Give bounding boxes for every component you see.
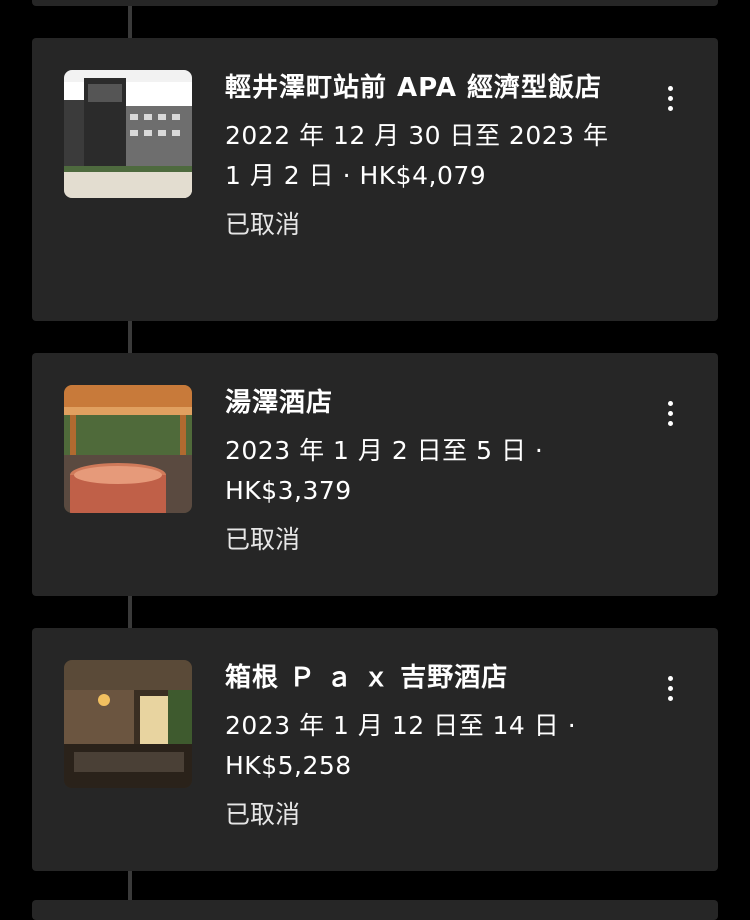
more-options-button[interactable] [652, 670, 688, 706]
booking-status: 已取消 [225, 800, 301, 829]
hotel-thumbnail [64, 660, 192, 788]
booking-status: 已取消 [225, 210, 301, 239]
more-options-button[interactable] [652, 395, 688, 431]
more-options-button[interactable] [652, 80, 688, 116]
stay-dates-price: 2023 年 1 月 2 日至 5 日 · HK$3,379 [225, 436, 544, 505]
more-vertical-icon [667, 85, 673, 91]
more-vertical-icon [667, 675, 673, 681]
stay-dates-price: 2022 年 12 月 30 日至 2023 年 1 月 2 日 · HK$4,… [225, 121, 609, 190]
booking-card[interactable]: 湯澤酒店 2023 年 1 月 2 日至 5 日 · HK$3,379 已取消 [32, 353, 718, 596]
hotel-thumbnail [64, 385, 192, 513]
booking-card[interactable]: 箱根 Ｐ ａ ｘ 吉野酒店 2023 年 1 月 12 日至 14 日 · HK… [32, 628, 718, 871]
booking-status: 已取消 [225, 525, 301, 554]
next-booking-card[interactable] [32, 900, 718, 920]
booking-card[interactable]: 輕井澤町站前 APA 經濟型飯店 2022 年 12 月 30 日至 2023 … [32, 38, 718, 321]
hotel-name[interactable]: 湯澤酒店 [225, 383, 625, 423]
previous-booking-card[interactable] [32, 0, 718, 6]
more-vertical-icon [667, 400, 673, 406]
hotel-thumbnail [64, 70, 192, 198]
hotel-name[interactable]: 箱根 Ｐ ａ ｘ 吉野酒店 [225, 658, 625, 698]
stay-dates-price: 2023 年 1 月 12 日至 14 日 · HK$5,258 [225, 711, 577, 780]
hotel-name[interactable]: 輕井澤町站前 APA 經濟型飯店 [225, 68, 625, 108]
